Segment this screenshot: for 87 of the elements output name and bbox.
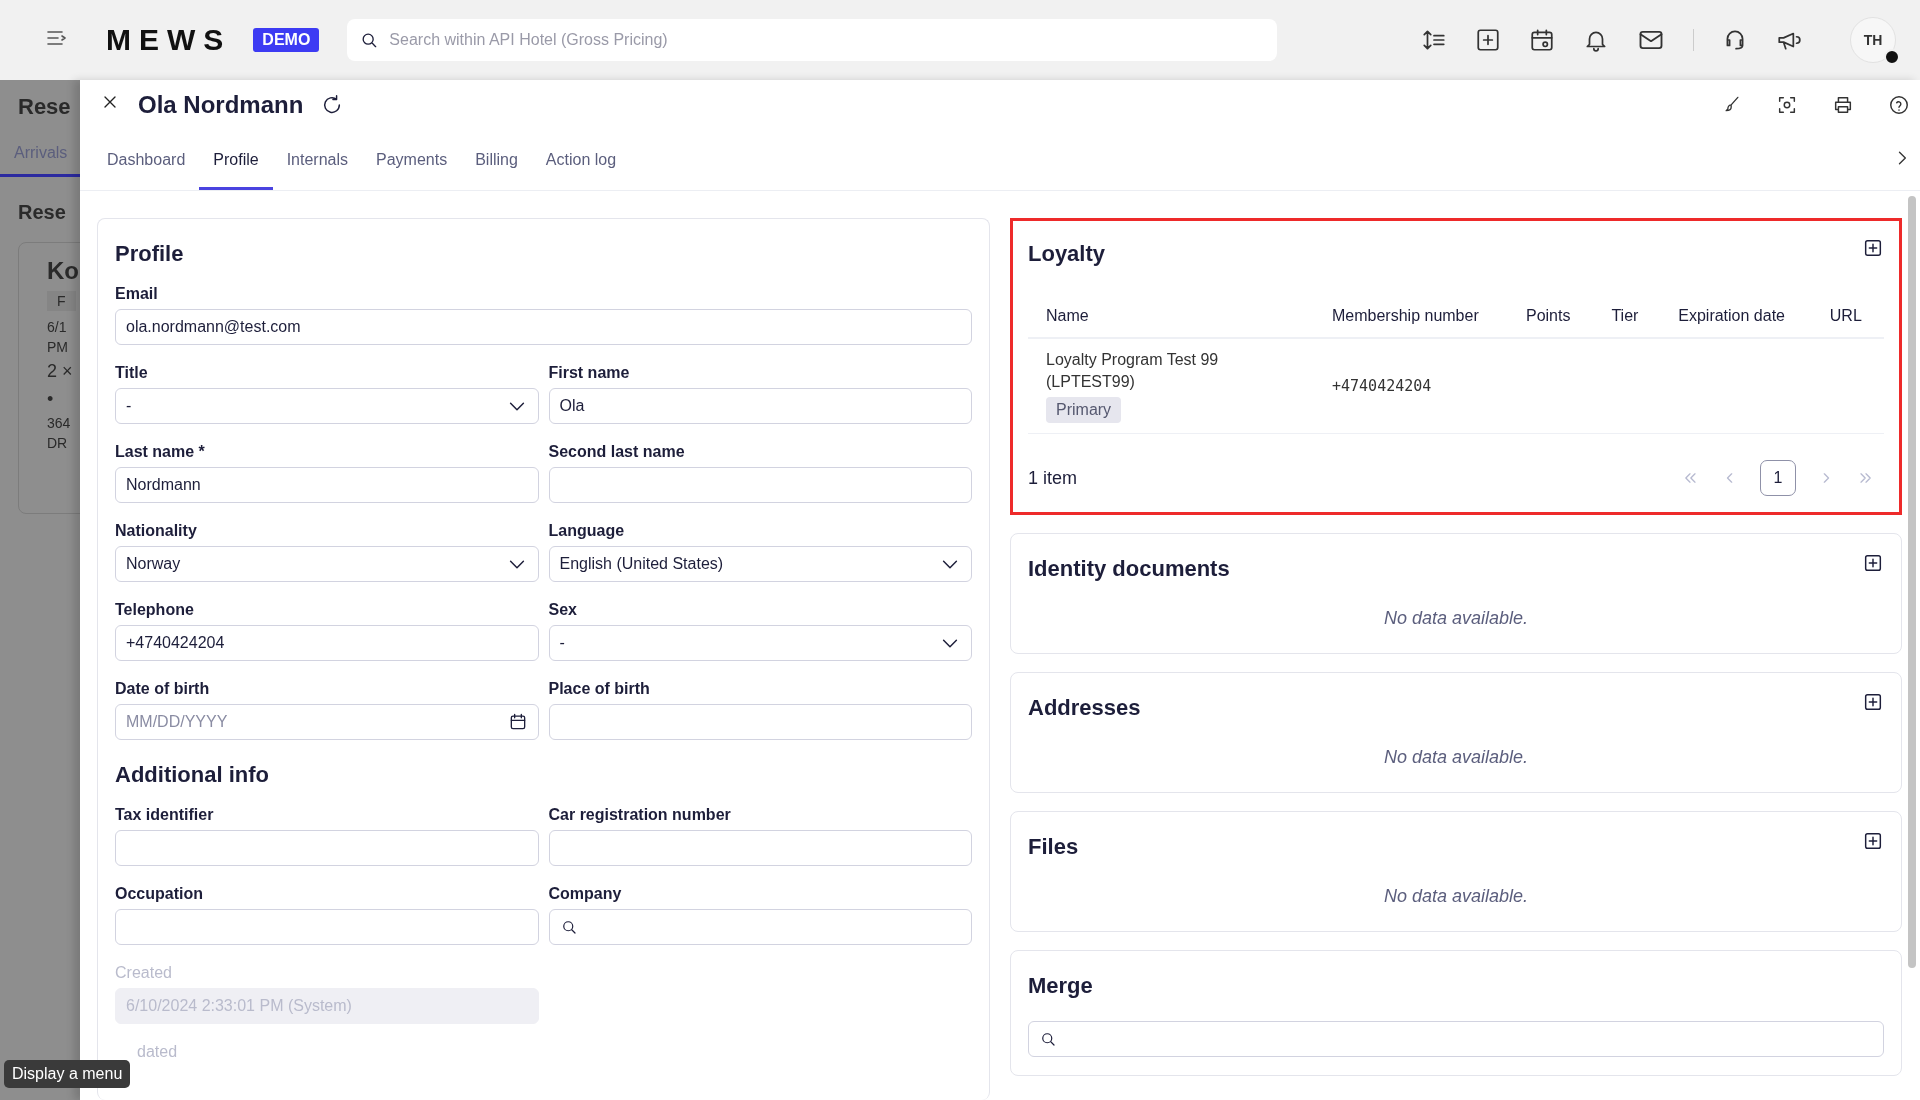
- status-dot: [1884, 49, 1900, 65]
- program-name: Loyalty Program Test 99 (LPTEST99): [1046, 350, 1220, 392]
- add-icon[interactable]: [1862, 552, 1884, 574]
- section-title: Additional info: [115, 762, 270, 788]
- input-field[interactable]: [548, 704, 972, 740]
- scrollbar[interactable]: [1908, 196, 1916, 968]
- card-title: Merge: [1028, 973, 1093, 999]
- section-title: Profile: [115, 241, 185, 267]
- sort-icon[interactable]: [1421, 27, 1447, 53]
- card-title: Files: [1028, 834, 1079, 860]
- calendar-icon[interactable]: [1529, 27, 1555, 53]
- dropdown-field[interactable]: English (United States): [548, 546, 972, 582]
- field-label: Nationality: [115, 522, 198, 540]
- empty-message: No data available.: [1382, 608, 1530, 629]
- field-label: Tax identifier: [115, 806, 215, 824]
- tab[interactable]: Billing: [461, 151, 532, 190]
- field-label: First name: [548, 364, 631, 382]
- scan-icon[interactable]: [1776, 94, 1798, 116]
- column-header: Points: [1508, 297, 1594, 338]
- column-header: Membership number: [1314, 297, 1508, 338]
- guest-name: Ola Nordmann: [138, 91, 304, 119]
- field-label: Created: [115, 964, 173, 982]
- background-text: 6/1: [47, 318, 68, 337]
- card-title: Identity documents: [1028, 556, 1230, 582]
- field-label: Company: [548, 885, 623, 903]
- input-field[interactable]: [115, 830, 539, 866]
- tab[interactable]: Internals: [272, 151, 362, 190]
- primary-tag: Primary: [1046, 397, 1122, 423]
- column-header: Name: [1028, 297, 1314, 338]
- background-text: PM: [47, 338, 69, 357]
- dropdown-field[interactable]: -: [115, 388, 539, 424]
- help-icon[interactable]: [1888, 94, 1910, 116]
- column-header: Tier: [1593, 297, 1661, 338]
- field-label: Car registration number: [548, 806, 732, 824]
- background-text: 364: [47, 414, 72, 433]
- column-header: URL: [1811, 297, 1884, 338]
- page-button[interactable]: 1: [1760, 460, 1796, 496]
- empty-message: No data available.: [1382, 886, 1530, 907]
- logo[interactable]: MEWS: [106, 23, 232, 57]
- input-field[interactable]: [548, 467, 972, 503]
- search-field[interactable]: [548, 909, 972, 945]
- input-field[interactable]: ola.nordmann@test.com: [115, 309, 972, 345]
- field-label: Email: [115, 285, 159, 303]
- tab[interactable]: Profile: [199, 151, 273, 190]
- field-label: Sex: [548, 601, 578, 619]
- background-title: Rese: [18, 94, 72, 120]
- add-icon[interactable]: [1475, 27, 1501, 53]
- dropdown-field[interactable]: Norway: [115, 546, 539, 582]
- dropdown-field[interactable]: -: [548, 625, 972, 661]
- add-icon[interactable]: [1862, 237, 1884, 259]
- field-label: Last name *: [115, 443, 206, 461]
- search-field[interactable]: [1028, 1021, 1884, 1057]
- column-header: Expiration date: [1660, 297, 1812, 338]
- print-icon[interactable]: [1832, 94, 1854, 116]
- background-text: 2 ×: [47, 360, 74, 383]
- tab[interactable]: Dashboard: [93, 151, 200, 190]
- field-label: Date of birth: [115, 680, 211, 698]
- input-field[interactable]: Nordmann: [115, 467, 539, 503]
- membership-number: +4740424204: [1332, 377, 1432, 395]
- field-label: dated: [137, 1043, 179, 1061]
- card-title: Loyalty: [1028, 241, 1106, 267]
- background-text: DR: [47, 434, 69, 453]
- item-count: 1 item: [1028, 467, 1078, 489]
- tooltip: Display a menu: [4, 1060, 131, 1088]
- background-text: •: [47, 388, 55, 411]
- input-field[interactable]: Ola: [548, 388, 972, 424]
- input-field[interactable]: [115, 909, 539, 945]
- field-label: Place of birth: [548, 680, 651, 698]
- tab[interactable]: Action log: [531, 151, 631, 190]
- card-title: Addresses: [1028, 695, 1141, 721]
- input-field[interactable]: [548, 830, 972, 866]
- tab[interactable]: Payments: [362, 151, 462, 190]
- field-label: Telephone: [115, 601, 195, 619]
- field-label: Occupation: [115, 885, 204, 903]
- user-avatar[interactable]: TH: [1850, 17, 1896, 63]
- empty-message: No data available.: [1382, 747, 1530, 768]
- add-icon[interactable]: [1862, 691, 1884, 713]
- demo-badge: DEMO: [253, 28, 320, 52]
- background-heading: Rese: [18, 201, 67, 224]
- background-chip: F: [47, 291, 76, 311]
- field-label: Title: [115, 364, 149, 382]
- background-card-title: Ko: [47, 257, 80, 285]
- input-field[interactable]: +4740424204: [115, 625, 539, 661]
- field-label: Language: [548, 522, 626, 540]
- search-icon: [1039, 1030, 1057, 1048]
- field-label: Second last name: [548, 443, 686, 461]
- add-icon[interactable]: [1862, 830, 1884, 852]
